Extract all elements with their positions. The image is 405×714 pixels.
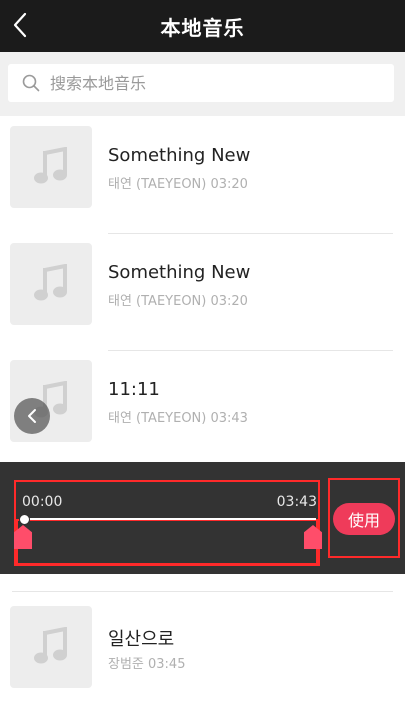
- album-art: [10, 126, 92, 208]
- song-item[interactable]: 일산으로 장범준 03:45: [0, 591, 405, 714]
- trim-start-time: 00:00: [22, 494, 63, 510]
- search-input[interactable]: [48, 72, 352, 94]
- music-note-icon: [34, 627, 67, 664]
- playhead-dot[interactable]: [19, 514, 30, 525]
- divider: [12, 591, 393, 592]
- app-header: 本地音乐: [0, 0, 405, 52]
- search-icon: [22, 74, 40, 92]
- trim-end-time: 03:43: [276, 494, 317, 510]
- use-button[interactable]: 使用: [333, 503, 395, 535]
- music-note-icon: [34, 147, 67, 184]
- page-title: 本地音乐: [160, 15, 245, 40]
- album-art: [10, 243, 92, 325]
- playback-progress-line: [24, 518, 316, 520]
- album-art: [10, 606, 92, 688]
- chevron-left-icon: [28, 409, 36, 423]
- song-item[interactable]: Something New 태연 (TAEYEON) 03:20: [0, 234, 405, 351]
- song-title: Something New: [108, 145, 251, 166]
- search-box[interactable]: [8, 64, 394, 102]
- song-artist-duration: 태연 (TAEYEON) 03:20: [108, 294, 248, 309]
- song-artist-duration: 장범준 03:45: [108, 657, 186, 672]
- song-artist-duration: 태연 (TAEYEON) 03:43: [108, 411, 248, 426]
- song-item[interactable]: 11:11 태연 (TAEYEON) 03:43: [0, 351, 405, 468]
- song-title: 11:11: [108, 379, 160, 400]
- song-title: Something New: [108, 262, 251, 283]
- search-bar: [0, 52, 405, 116]
- audio-trim-panel: 00:00 03:43 使用: [0, 462, 405, 574]
- song-title: 일산으로: [108, 629, 175, 650]
- trim-track[interactable]: [16, 519, 318, 565]
- music-note-icon: [34, 264, 67, 301]
- song-artist-duration: 태연 (TAEYEON) 03:20: [108, 177, 248, 192]
- song-item[interactable]: Something New 태연 (TAEYEON) 03:20: [0, 117, 405, 234]
- floating-back-button[interactable]: [14, 398, 50, 434]
